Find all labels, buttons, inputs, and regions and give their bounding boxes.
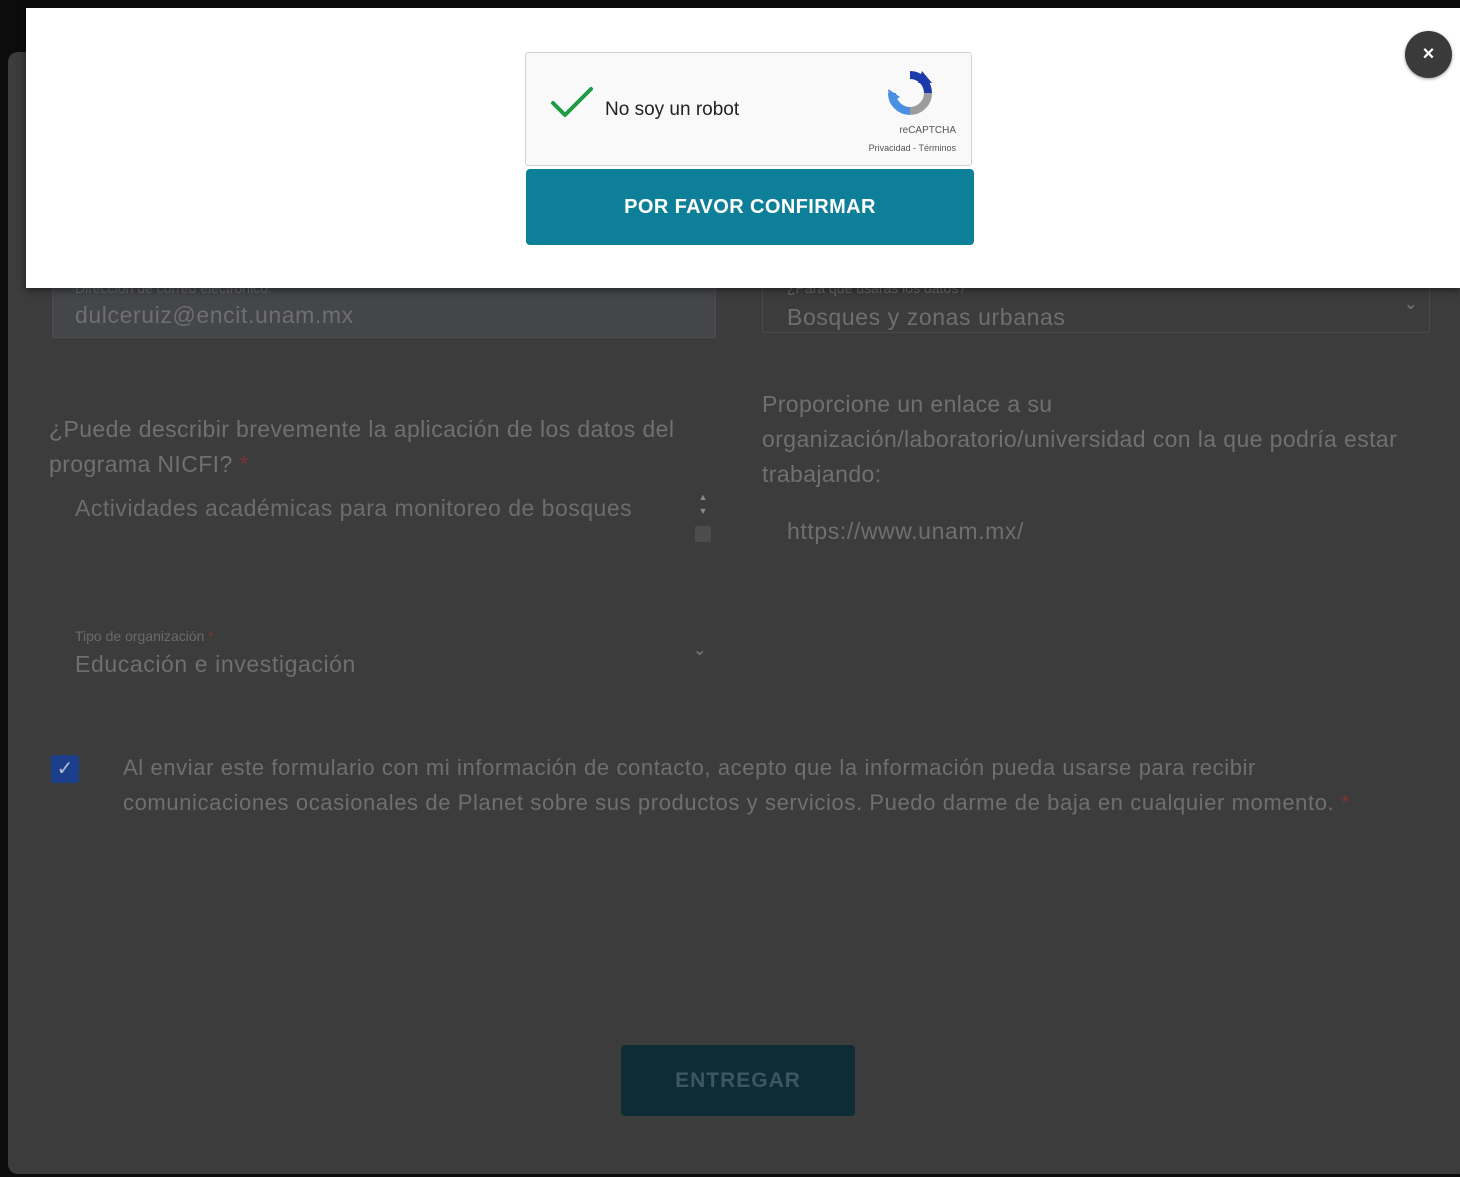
- chevron-down-icon: ⌄: [1404, 296, 1418, 313]
- consent-text-body: Al enviar este formulario con mi informa…: [123, 755, 1335, 815]
- required-mark: *: [208, 628, 214, 644]
- application-textarea[interactable]: Actividades académicas para monitoreo de…: [75, 490, 675, 526]
- checkmark-icon[interactable]: [550, 85, 594, 126]
- textarea-scrollbar[interactable]: ▲ ▼: [694, 490, 712, 554]
- required-mark: *: [1340, 790, 1351, 815]
- close-icon: ×: [1422, 43, 1435, 65]
- recaptcha-links[interactable]: Privacidad - Términos: [826, 143, 956, 153]
- recaptcha-logo-icon: [886, 69, 934, 122]
- consent-checkbox[interactable]: ✓: [51, 755, 79, 783]
- application-question-text: ¿Puede describir brevemente la aplicació…: [49, 416, 675, 477]
- org-type-label-text: Tipo de organización: [75, 628, 205, 644]
- recaptcha-widget[interactable]: No soy un robot reCAPTCHA Privacidad - T…: [525, 52, 972, 166]
- application-question: ¿Puede describir brevemente la aplicació…: [49, 412, 689, 482]
- recaptcha-label: No soy un robot: [605, 99, 740, 120]
- chevron-down-icon: ⌄: [693, 642, 707, 659]
- required-mark: *: [239, 451, 249, 477]
- link-question: Proporcione un enlace a su organización/…: [762, 391, 1398, 487]
- scroll-down-icon[interactable]: ▼: [694, 504, 712, 518]
- org-type-value: Educación e investigación: [75, 651, 356, 677]
- org-type-label: Tipo de organización *: [75, 628, 214, 644]
- checkmark-icon: ✓: [56, 758, 74, 780]
- close-button[interactable]: ×: [1405, 31, 1452, 78]
- email-field-value: dulceruiz@encit.unam.mx: [75, 302, 354, 328]
- scroll-up-icon[interactable]: ▲: [694, 490, 712, 504]
- resize-handle-icon[interactable]: [695, 526, 711, 542]
- confirm-button[interactable]: POR FAVOR CONFIRMAR: [526, 169, 974, 245]
- recaptcha-brand: reCAPTCHA: [899, 125, 956, 136]
- submit-button[interactable]: ENTREGAR: [621, 1045, 855, 1116]
- data-use-value: Bosques y zonas urbanas: [787, 304, 1066, 330]
- link-input[interactable]: https://www.unam.mx/: [787, 518, 1024, 545]
- consent-text: Al enviar este formulario con mi informa…: [123, 750, 1413, 820]
